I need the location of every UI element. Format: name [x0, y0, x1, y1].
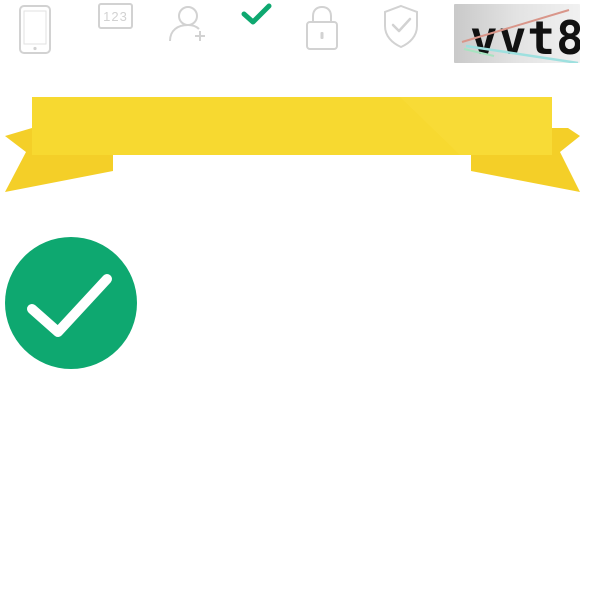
- keypad-label: 123: [103, 9, 128, 24]
- success-check-icon: [4, 236, 138, 370]
- lock-icon: [298, 0, 346, 60]
- captcha-image: vvt8: [454, 4, 580, 63]
- shield-check-icon: [377, 0, 425, 60]
- keypad-123-icon: 123: [92, 0, 140, 60]
- add-user-icon: [164, 0, 212, 60]
- ribbon-banner: [0, 92, 600, 202]
- verification-screen: 123 vvt8: [0, 0, 600, 600]
- phone-icon: [11, 0, 59, 60]
- checkmark-icon: [232, 0, 280, 60]
